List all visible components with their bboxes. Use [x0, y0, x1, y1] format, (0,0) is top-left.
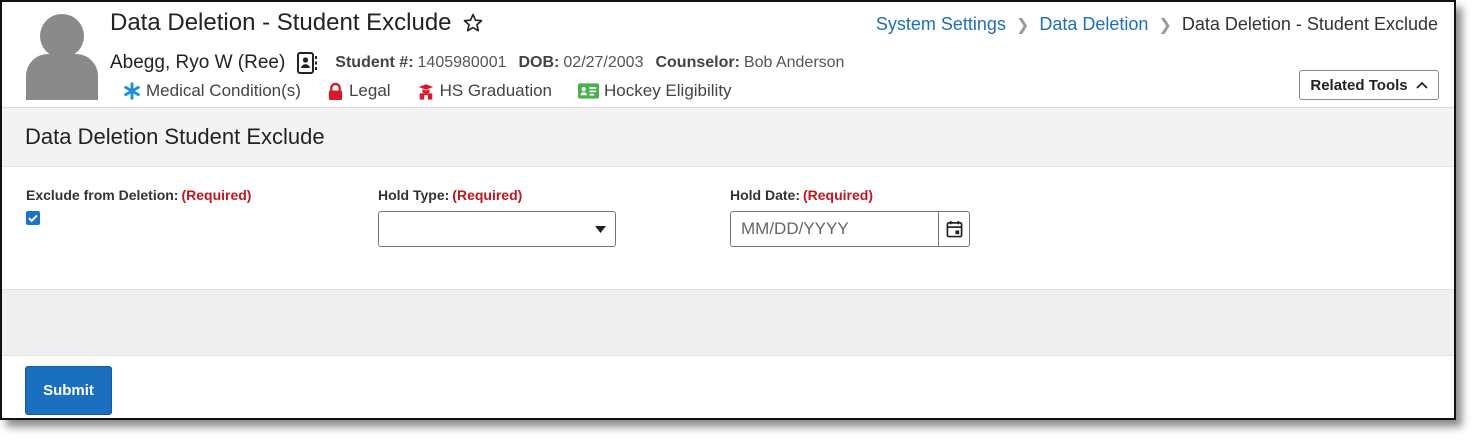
- breadcrumb: System Settings ❯ Data Deletion ❯ Data D…: [876, 14, 1438, 35]
- calendar-button[interactable]: [938, 211, 970, 247]
- required-indicator: (Required): [181, 187, 252, 203]
- page-title: Data Deletion - Student Exclude: [110, 9, 452, 36]
- field-label-text: Exclude from Deletion:: [26, 187, 179, 203]
- contact-card-icon[interactable]: [295, 51, 319, 75]
- star-icon[interactable]: [462, 12, 484, 34]
- student-flags: Medical Condition(s) Legal HS Graduation: [123, 81, 758, 101]
- field-label-text: Hold Type:: [378, 187, 450, 203]
- lock-icon: [328, 82, 343, 100]
- avatar-body: [26, 54, 98, 100]
- checkmark-icon: [28, 214, 38, 223]
- breadcrumb-system-settings[interactable]: System Settings: [876, 14, 1006, 35]
- required-indicator: (Required): [452, 187, 523, 203]
- counselor-value: Bob Anderson: [743, 54, 845, 71]
- dob-value: 02/27/2003: [563, 54, 644, 71]
- flag-label: Hockey Eligibility: [604, 81, 732, 100]
- exclude-from-deletion-checkbox[interactable]: [26, 211, 40, 225]
- exclude-form: Exclude from Deletion: (Required) Hold Ty…: [2, 167, 1454, 290]
- hold-type-select[interactable]: [378, 211, 616, 247]
- student-number: 1405980001: [417, 54, 507, 71]
- avatar-head: [40, 14, 84, 58]
- hold-type-label: Hold Type: (Required): [378, 187, 522, 203]
- student-name: Abegg, Ryo W (Ree): [110, 52, 286, 73]
- app-frame: Data Deletion - Student Exclude System S…: [0, 0, 1456, 420]
- required-indicator: (Required): [803, 187, 873, 203]
- caret-down-icon: [595, 226, 606, 233]
- calendar-icon: [946, 220, 962, 238]
- chevron-right-icon: ❯: [1015, 16, 1030, 34]
- breadcrumb-current: Data Deletion - Student Exclude: [1181, 14, 1438, 34]
- student-info-row: Abegg, Ryo W (Ree) Student #: 1405980001…: [110, 51, 856, 75]
- hold-date-label: Hold Date: (Required): [730, 187, 873, 203]
- chevron-right-icon: ❯: [1158, 16, 1172, 34]
- field-label-text: Hold Date:: [730, 187, 800, 203]
- submit-button[interactable]: Submit: [25, 366, 112, 415]
- student-number-label: Student #:: [335, 54, 414, 71]
- flag-label: Medical Condition(s): [146, 81, 301, 100]
- form-spacer-band: [2, 290, 1454, 356]
- breadcrumb-data-deletion[interactable]: Data Deletion: [1039, 14, 1148, 35]
- flag-hockey-eligibility[interactable]: Hockey Eligibility: [578, 81, 732, 101]
- asterisk-icon: [124, 82, 140, 100]
- dob-label: DOB:: [518, 54, 560, 71]
- section-header: Data Deletion Student Exclude: [2, 108, 1454, 167]
- flag-medical-condition[interactable]: Medical Condition(s): [123, 81, 301, 101]
- flag-label: Legal: [348, 81, 391, 100]
- id-card-icon: [578, 83, 600, 99]
- related-tools-button[interactable]: Related Tools: [1299, 70, 1439, 100]
- section-title: Data Deletion Student Exclude: [25, 124, 325, 149]
- title-row: Data Deletion - Student Exclude: [110, 9, 484, 37]
- student-avatar: [26, 14, 98, 100]
- flag-label: HS Graduation: [439, 81, 553, 100]
- student-header: Data Deletion - Student Exclude System S…: [2, 2, 1454, 108]
- flag-legal[interactable]: Legal: [327, 81, 391, 101]
- graduation-cap-icon: [418, 83, 433, 100]
- hold-date-input[interactable]: [730, 211, 938, 247]
- exclude-from-deletion-label: Exclude from Deletion: (Required): [26, 187, 251, 203]
- related-tools-label: Related Tools: [1310, 76, 1408, 94]
- chevron-up-icon: [1415, 81, 1428, 89]
- counselor-label: Counselor:: [655, 54, 740, 71]
- flag-hs-graduation[interactable]: HS Graduation: [417, 81, 552, 101]
